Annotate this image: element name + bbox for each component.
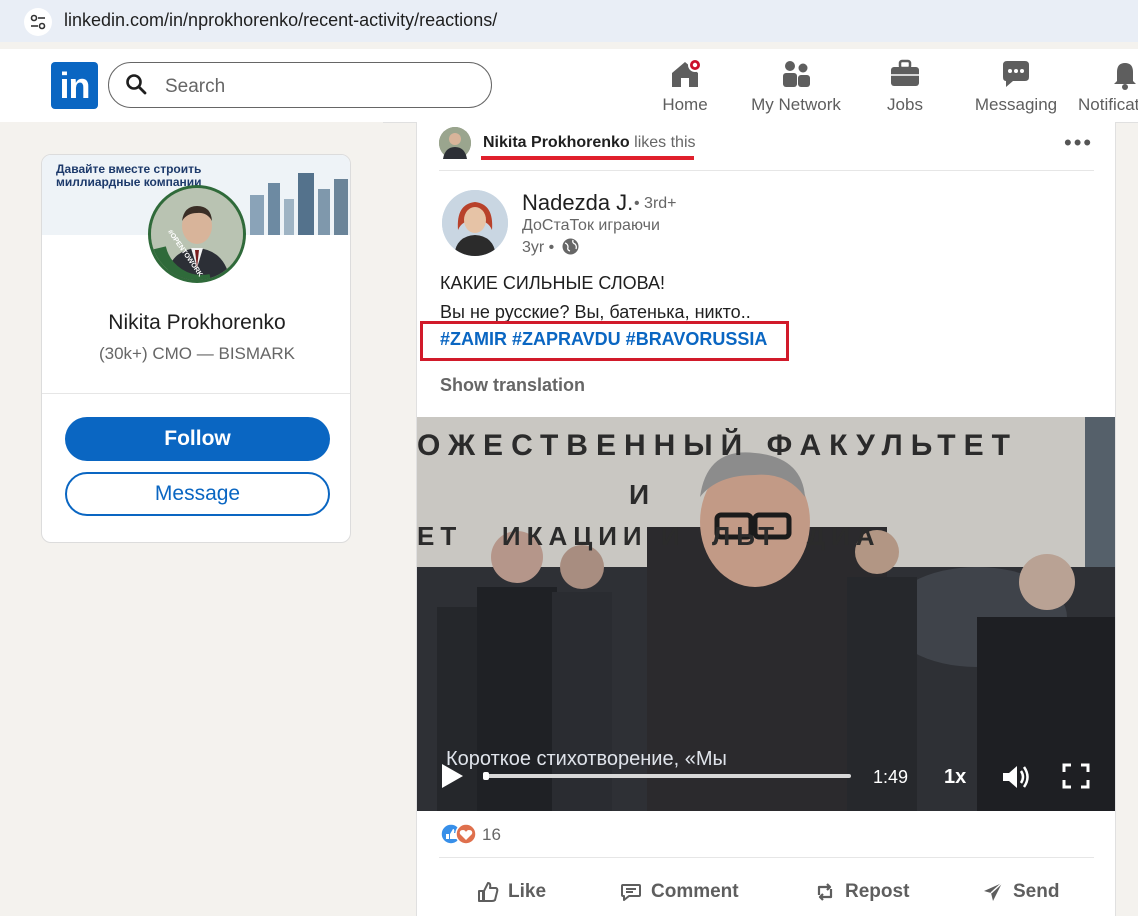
- like-icon: [478, 882, 499, 902]
- nav-item-notifications[interactable]: Notificat: [1078, 57, 1138, 119]
- nav-item-my-network[interactable]: My Network: [748, 57, 844, 119]
- video-duration: 1:49: [873, 767, 909, 787]
- briefcase-icon: [891, 59, 919, 86]
- profile-card: Давайте вместе строить миллиардные компа…: [41, 154, 351, 543]
- globe-icon: [562, 238, 579, 255]
- connection-degree: • 3rd+: [634, 195, 677, 212]
- action-label: Repost: [845, 881, 910, 902]
- nav-label: Notificat: [1078, 95, 1138, 114]
- message-button[interactable]: Message: [65, 472, 330, 516]
- author-name[interactable]: Nadezda J.: [522, 190, 633, 216]
- nav-label: Home: [662, 95, 708, 114]
- like-button[interactable]: Like: [476, 874, 546, 910]
- profile-name[interactable]: Nikita Prokhorenko: [42, 311, 350, 335]
- nav-item-jobs[interactable]: Jobs: [875, 57, 935, 119]
- follow-button[interactable]: Follow: [65, 417, 330, 461]
- video-sign-text: ОЖЕСТВЕННЫЙ ФАКУЛЬТЕТ: [417, 429, 1018, 462]
- video-caption: Короткое стихотворение, «Мы: [446, 748, 727, 770]
- playback-speed-button[interactable]: 1x: [944, 766, 966, 789]
- send-icon: [984, 882, 1003, 901]
- divider: [439, 857, 1094, 858]
- red-underline-annotation: [481, 156, 694, 160]
- actor-name[interactable]: Nikita Prokhorenko: [483, 134, 630, 151]
- reaction-icons[interactable]: [440, 822, 478, 846]
- nav-item-home[interactable]: Home: [655, 57, 715, 119]
- activity-header: Nikita Prokhorenko likes this: [483, 134, 696, 152]
- action-label: Send: [1013, 881, 1060, 902]
- post-text-line: КАКИЕ СИЛЬНЫЕ СЛОВА!: [440, 273, 666, 293]
- bell-icon: [1114, 63, 1136, 90]
- action-label: Comment: [651, 881, 739, 902]
- profile-headline: (30k+) CMO — BISMARK: [98, 344, 295, 363]
- post-timestamp: 3yr •: [522, 239, 555, 256]
- url-text[interactable]: linkedin.com/in/nprokhorenko/recent-acti…: [64, 10, 497, 31]
- video-progress-bar[interactable]: [483, 774, 851, 778]
- divider: [42, 393, 350, 394]
- actor-avatar[interactable]: [439, 127, 471, 159]
- hashtag-links[interactable]: #ZAMIR #ZAPRAVDU #BRAVORUSSIA: [440, 329, 767, 350]
- reaction-count[interactable]: 16: [482, 825, 501, 845]
- author-headline: ДоСтаТок играючи: [522, 217, 660, 234]
- search-input[interactable]: [163, 73, 467, 101]
- divider: [439, 170, 1094, 171]
- repost-icon: [817, 883, 833, 901]
- nav-item-messaging[interactable]: Messaging: [973, 57, 1059, 119]
- action-label: Like: [508, 881, 547, 902]
- linkedin-logo[interactable]: in: [51, 62, 98, 109]
- actor-action: likes this: [634, 134, 696, 151]
- author-avatar[interactable]: [442, 190, 508, 256]
- show-translation-button[interactable]: Show translation: [440, 375, 585, 396]
- more-options-icon[interactable]: •••: [1064, 130, 1093, 156]
- volume-icon[interactable]: [1001, 763, 1031, 791]
- comment-icon: [621, 884, 641, 901]
- fullscreen-icon[interactable]: [1062, 763, 1090, 789]
- send-button[interactable]: Send: [981, 874, 1059, 910]
- repost-button[interactable]: Repost: [813, 874, 909, 910]
- play-icon[interactable]: [440, 763, 464, 789]
- network-icon: [783, 61, 810, 87]
- video-sign-text: И: [629, 479, 650, 510]
- home-icon: [672, 58, 702, 87]
- nav-label: Jobs: [887, 95, 923, 114]
- site-settings-icon[interactable]: [24, 8, 52, 36]
- video-progress-handle[interactable]: [483, 772, 489, 780]
- banner-text: Давайте вместе строить миллиардные компа…: [56, 162, 202, 189]
- nav-label: My Network: [751, 95, 841, 114]
- nav-label: Messaging: [974, 95, 1058, 114]
- profile-avatar[interactable]: #OPENTOWORK: [148, 185, 246, 283]
- search-icon: [126, 74, 147, 95]
- city-skyline-image: [250, 173, 348, 235]
- comment-button[interactable]: Comment: [619, 874, 739, 910]
- video-sign-text: ЕТ ИКАЦИИ И ЛЬТ ДИА: [417, 521, 881, 551]
- post-text-line: Вы не русские? Вы, батенька, никто..: [440, 302, 751, 322]
- messaging-icon: [1003, 61, 1029, 87]
